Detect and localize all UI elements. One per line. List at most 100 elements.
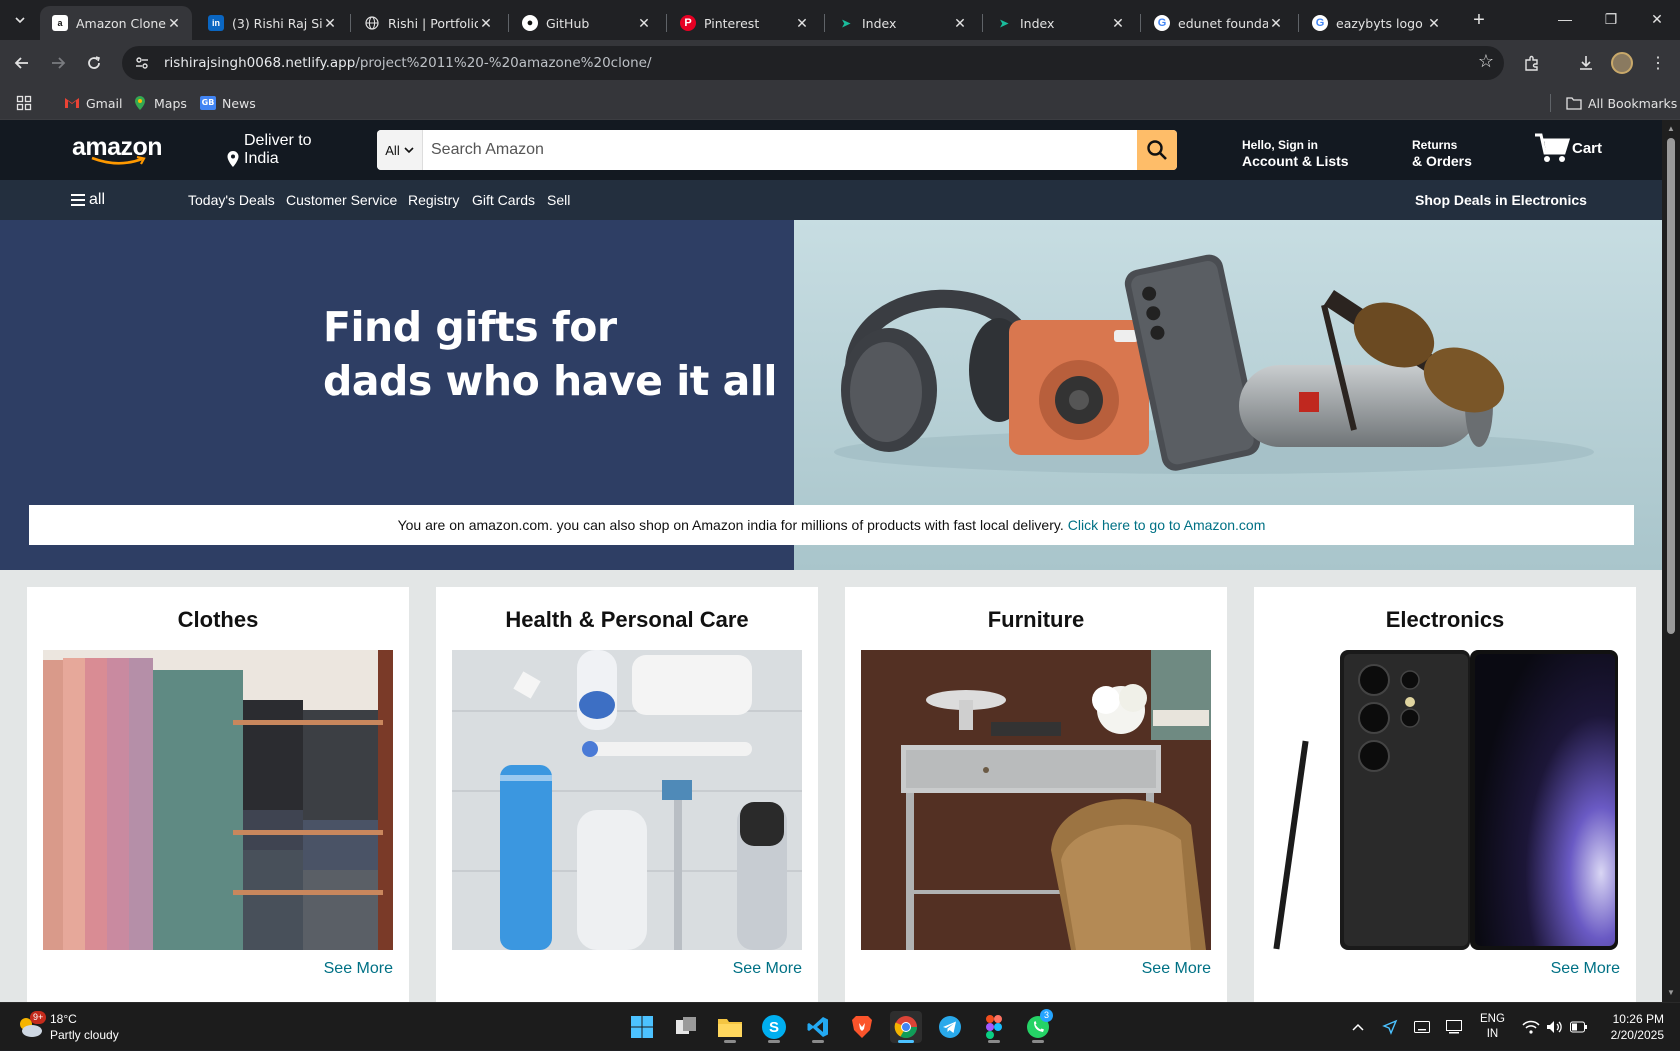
reload-button[interactable]: [80, 49, 108, 77]
tab-index-2[interactable]: ➤ Index ✕: [984, 6, 1136, 40]
site-info-icon[interactable]: [128, 49, 156, 77]
see-more-link[interactable]: See More: [1142, 960, 1211, 978]
orders-label: & Orders: [1412, 153, 1472, 169]
quick-settings[interactable]: [1522, 1003, 1588, 1051]
tab-close-icon[interactable]: ✕: [478, 15, 494, 31]
returns-orders[interactable]: Returns & Orders: [1412, 137, 1472, 169]
weather-temp: 18°C: [50, 1012, 77, 1026]
search-category-select[interactable]: All: [377, 130, 423, 170]
close-window-button[interactable]: ✕: [1634, 0, 1680, 38]
tab-close-icon[interactable]: ✕: [322, 15, 338, 31]
weather-widget[interactable]: 9+ 18°C Partly cloudy: [16, 1003, 119, 1051]
tab-amazon-clone[interactable]: a Amazon Clone ✕: [40, 6, 192, 40]
language-indicator[interactable]: ENG IN: [1480, 1003, 1505, 1051]
tab-close-icon[interactable]: ✕: [636, 15, 652, 31]
tab-index-1[interactable]: ➤ Index ✕: [826, 6, 978, 40]
subnav-registry[interactable]: Registry: [408, 192, 459, 208]
health-image: [452, 650, 802, 950]
tab-eazybyts[interactable]: G eazybyts logo - ✕: [1300, 6, 1452, 40]
subnav-todays-deals[interactable]: Today's Deals: [188, 192, 275, 208]
account-lists[interactable]: Hello, Sign in Account & Lists: [1242, 137, 1349, 169]
location-tray[interactable]: [1382, 1003, 1398, 1051]
tab-close-icon[interactable]: ✕: [952, 15, 968, 31]
tab-github[interactable]: ● GitHub ✕: [510, 6, 662, 40]
tab-close-icon[interactable]: ✕: [1426, 15, 1442, 31]
scrollbar-thumb[interactable]: [1667, 138, 1675, 634]
hamburger-icon: [71, 194, 85, 206]
shop-deals-electronics-link[interactable]: Shop Deals in Electronics: [1415, 192, 1587, 208]
keyboard-tray[interactable]: [1414, 1003, 1430, 1051]
all-bookmarks-folder[interactable]: All Bookmarks: [1566, 92, 1677, 114]
tab-edunet[interactable]: G edunet foundatio ✕: [1142, 6, 1294, 40]
tab-linkedin[interactable]: in (3) Rishi Raj Sing ✕: [196, 6, 348, 40]
page-scrollbar[interactable]: ▲ ▼: [1662, 120, 1680, 1002]
chevron-up-icon: [1352, 1023, 1364, 1031]
amazon-favicon-icon: a: [52, 15, 68, 31]
tab-portfolio[interactable]: Rishi | Portfolio ✕: [352, 6, 504, 40]
display-tray[interactable]: [1446, 1003, 1462, 1051]
category-card-health[interactable]: Health & Personal Care See More: [436, 587, 818, 1002]
bookmark-maps[interactable]: Maps: [132, 92, 187, 114]
bookmark-news[interactable]: GB News: [200, 92, 256, 114]
address-bar[interactable]: rishirajsingh0068.netlify.app/project%20…: [122, 46, 1504, 80]
subnav-customer-service[interactable]: Customer Service: [286, 192, 397, 208]
lang-region: IN: [1486, 1028, 1499, 1040]
new-tab-button[interactable]: +: [1465, 8, 1493, 32]
tab-close-icon[interactable]: ✕: [1110, 15, 1126, 31]
menu-dots-icon[interactable]: ⋮: [1644, 49, 1672, 77]
show-hidden-icons[interactable]: [1352, 1003, 1364, 1051]
tab-close-icon[interactable]: ✕: [794, 15, 810, 31]
go-to-amazon-link[interactable]: Click here to go to Amazon.com: [1068, 517, 1266, 533]
search-input[interactable]: [423, 130, 1137, 170]
all-menu-button[interactable]: all: [71, 191, 105, 209]
scroll-up-icon[interactable]: ▲: [1666, 124, 1676, 134]
restore-button[interactable]: ❐: [1588, 0, 1634, 38]
file-explorer-button[interactable]: [714, 1011, 746, 1043]
bookmark-star-icon[interactable]: ☆: [1478, 51, 1494, 72]
subnav-sell[interactable]: Sell: [547, 192, 570, 208]
minimize-button[interactable]: —: [1542, 0, 1588, 38]
skype-button[interactable]: S: [758, 1011, 790, 1043]
figma-button[interactable]: [978, 1011, 1010, 1043]
tab-pinterest[interactable]: P Pinterest ✕: [668, 6, 820, 40]
index-favicon-icon: ➤: [841, 17, 851, 30]
account-greeting: Hello, Sign in: [1242, 138, 1319, 152]
hero-headline: Find gifts for dads who have it all: [323, 300, 777, 408]
amazon-logo[interactable]: amazon: [72, 134, 163, 166]
profile-avatar[interactable]: [1608, 49, 1636, 77]
category-card-furniture[interactable]: Furniture See More: [845, 587, 1227, 1002]
see-more-link[interactable]: See More: [1551, 960, 1620, 978]
forward-button[interactable]: [44, 49, 72, 77]
hero-banner[interactable]: Find gifts for dads who have it all You …: [0, 220, 1662, 570]
tab-close-icon[interactable]: ✕: [1268, 15, 1284, 31]
tab-search-button[interactable]: [6, 6, 34, 34]
category-card-clothes[interactable]: Clothes See More: [27, 587, 409, 1002]
vscode-button[interactable]: [802, 1011, 834, 1043]
clock[interactable]: 10:26 PM 2/20/2025: [1600, 1003, 1664, 1051]
tab-title: Amazon Clone: [76, 15, 166, 31]
see-more-link[interactable]: See More: [324, 960, 393, 978]
bookmark-gmail[interactable]: Gmail: [64, 92, 122, 114]
clock-date: 2/20/2025: [1610, 1028, 1664, 1042]
chrome-button[interactable]: [890, 1011, 922, 1043]
task-view-button[interactable]: [670, 1011, 702, 1043]
scroll-down-icon[interactable]: ▼: [1666, 988, 1676, 998]
download-icon[interactable]: [1572, 49, 1600, 77]
telegram-button[interactable]: [934, 1011, 966, 1043]
apps-grid-icon[interactable]: [16, 92, 32, 114]
back-button[interactable]: [8, 49, 36, 77]
start-button[interactable]: [626, 1011, 658, 1043]
brave-button[interactable]: [846, 1011, 878, 1043]
subnav-gift-cards[interactable]: Gift Cards: [472, 192, 535, 208]
see-more-link[interactable]: See More: [733, 960, 802, 978]
search-button[interactable]: [1137, 130, 1177, 170]
whatsapp-button[interactable]: 3: [1022, 1009, 1054, 1043]
amazon-subnav: all Today's Deals Customer Service Regis…: [0, 180, 1662, 220]
active-indicator: [898, 1040, 914, 1043]
deliver-to[interactable]: Deliver to India: [226, 132, 312, 168]
url-path: /project%2011%20-%20amazone%20clone/: [355, 55, 652, 71]
tab-close-icon[interactable]: ✕: [166, 15, 182, 31]
extensions-icon[interactable]: [1518, 49, 1546, 77]
category-card-electronics[interactable]: Electronics See More: [1254, 587, 1636, 1002]
cart-button[interactable]: Cart: [1534, 132, 1602, 164]
